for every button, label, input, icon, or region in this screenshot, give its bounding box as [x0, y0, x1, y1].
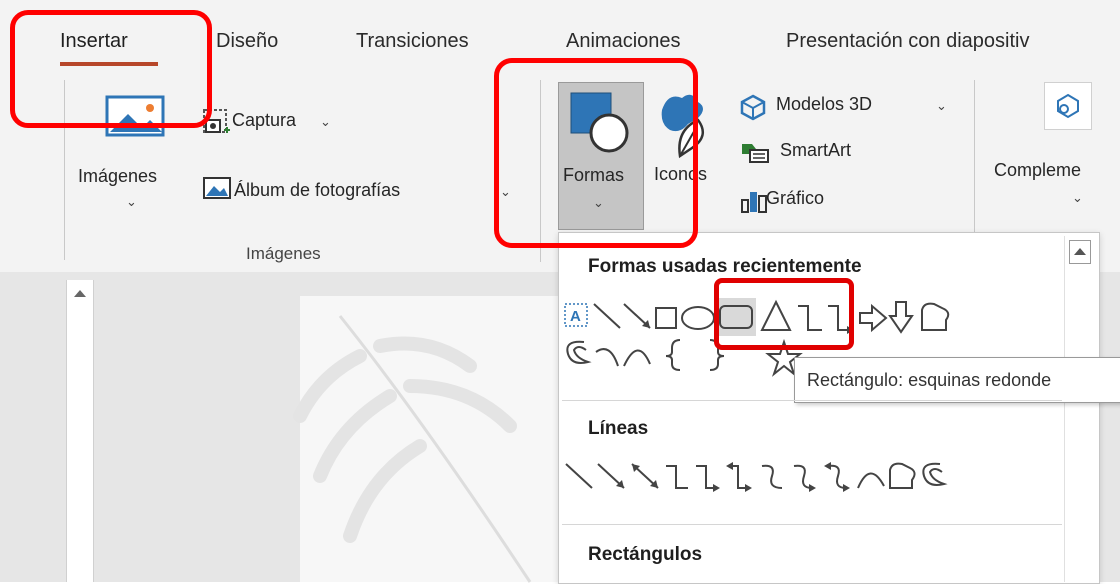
tab-diseno[interactable]: Diseño [216, 30, 278, 53]
freeform-shape-icon[interactable] [889, 462, 916, 489]
complementos-label: Compleme [994, 160, 1082, 180]
album-button[interactable]: Álbum de fotografías ⌄ [202, 176, 522, 206]
gallery-scroll-up[interactable] [1069, 240, 1091, 264]
slide-canvas[interactable] [293, 296, 570, 583]
curved-double-arrow-connector-shape-icon[interactable] [824, 462, 850, 492]
smartart-icon [742, 144, 769, 163]
grafico-label: Gráfico [766, 188, 825, 208]
left-brace-shape-icon[interactable] [665, 339, 681, 371]
addins-icon [1057, 93, 1079, 119]
scribble-shape-icon[interactable] [922, 462, 948, 486]
line-shape-icon[interactable] [593, 303, 621, 329]
addins-icon-box [1044, 82, 1092, 130]
oval-shape-icon[interactable] [681, 306, 715, 330]
right-arrow-shape-icon[interactable] [859, 303, 888, 333]
modelos3d-label: Modelos 3D [776, 94, 873, 114]
arrow-line-shape-icon[interactable] [623, 303, 651, 329]
gallery-divider [562, 400, 1062, 401]
scribble-shape-icon[interactable] [566, 340, 592, 364]
curved-connector-shape-icon[interactable] [761, 464, 783, 489]
tab-transiciones[interactable]: Transiciones [356, 30, 469, 53]
thumbnail-scrollbar[interactable] [66, 280, 94, 582]
chevron-down-icon: ⌄ [320, 114, 331, 129]
cube-3d-icon [740, 94, 766, 121]
double-arrow-line-shape-icon[interactable] [631, 463, 659, 489]
tab-presentacion[interactable]: Presentación con diapositiv [786, 30, 1029, 53]
svg-text:A: A [570, 308, 581, 325]
lineas-header: Líneas [588, 418, 649, 439]
highlight-insertar-tab [10, 10, 212, 128]
elbow-arrow-connector-shape-icon[interactable] [696, 465, 720, 492]
chevron-down-icon: ⌄ [936, 98, 947, 113]
down-arrow-shape-icon[interactable] [888, 301, 914, 334]
lines-shapes-row [565, 462, 948, 492]
rectangle-shape-icon[interactable] [655, 307, 677, 329]
chevron-down-icon: ⌄ [126, 194, 137, 209]
grafico-button[interactable]: Gráfico [740, 184, 940, 216]
photo-album-icon [203, 177, 231, 199]
line-shape-icon[interactable] [565, 463, 593, 489]
album-label: Álbum de fotografías [234, 180, 401, 200]
captura-button[interactable]: Captura ⌄ [202, 106, 362, 136]
text-box-shape-icon[interactable]: A [564, 303, 588, 327]
highlight-shapes [714, 278, 854, 350]
rectangulos-header: Rectángulos [588, 544, 703, 565]
tab-animaciones[interactable]: Animaciones [566, 30, 681, 53]
curve-shape-icon[interactable] [857, 472, 885, 489]
complementos-button[interactable]: Compleme ⌄ [990, 82, 1120, 222]
scroll-up-arrow-icon[interactable] [73, 288, 87, 298]
chevron-down-icon: ⌄ [1072, 190, 1083, 205]
palm-leaf-watermark [293, 315, 532, 583]
recent-shapes-header: Formas usadas recientemente [588, 256, 862, 277]
arc-shape-icon[interactable] [595, 348, 619, 367]
tooltip-text: Rectángulo: esquinas redonde [807, 370, 1052, 390]
shape-tooltip: Rectángulo: esquinas redonde [794, 357, 1120, 403]
smartart-button[interactable]: SmartArt [740, 138, 940, 168]
gallery-scrollbar[interactable] [1064, 236, 1095, 582]
modelos3d-button[interactable]: Modelos 3D ⌄ [740, 92, 960, 122]
gallery-divider [562, 524, 1062, 525]
highlight-formas-button [494, 58, 698, 248]
captura-label: Captura [232, 110, 297, 130]
elbow-connector-shape-icon[interactable] [666, 465, 688, 489]
images-group-label: Imágenes [246, 244, 321, 263]
elbow-double-arrow-connector-shape-icon[interactable] [726, 462, 752, 492]
smartart-label: SmartArt [780, 140, 852, 160]
imagenes-label: Imágenes [78, 166, 158, 186]
curved-arrow-connector-shape-icon[interactable] [793, 464, 816, 492]
freeform-shape-icon[interactable] [921, 302, 950, 331]
scroll-up-arrow-icon [1074, 248, 1086, 255]
arrow-line-shape-icon[interactable] [597, 463, 625, 489]
curve-shape-icon[interactable] [623, 349, 651, 367]
